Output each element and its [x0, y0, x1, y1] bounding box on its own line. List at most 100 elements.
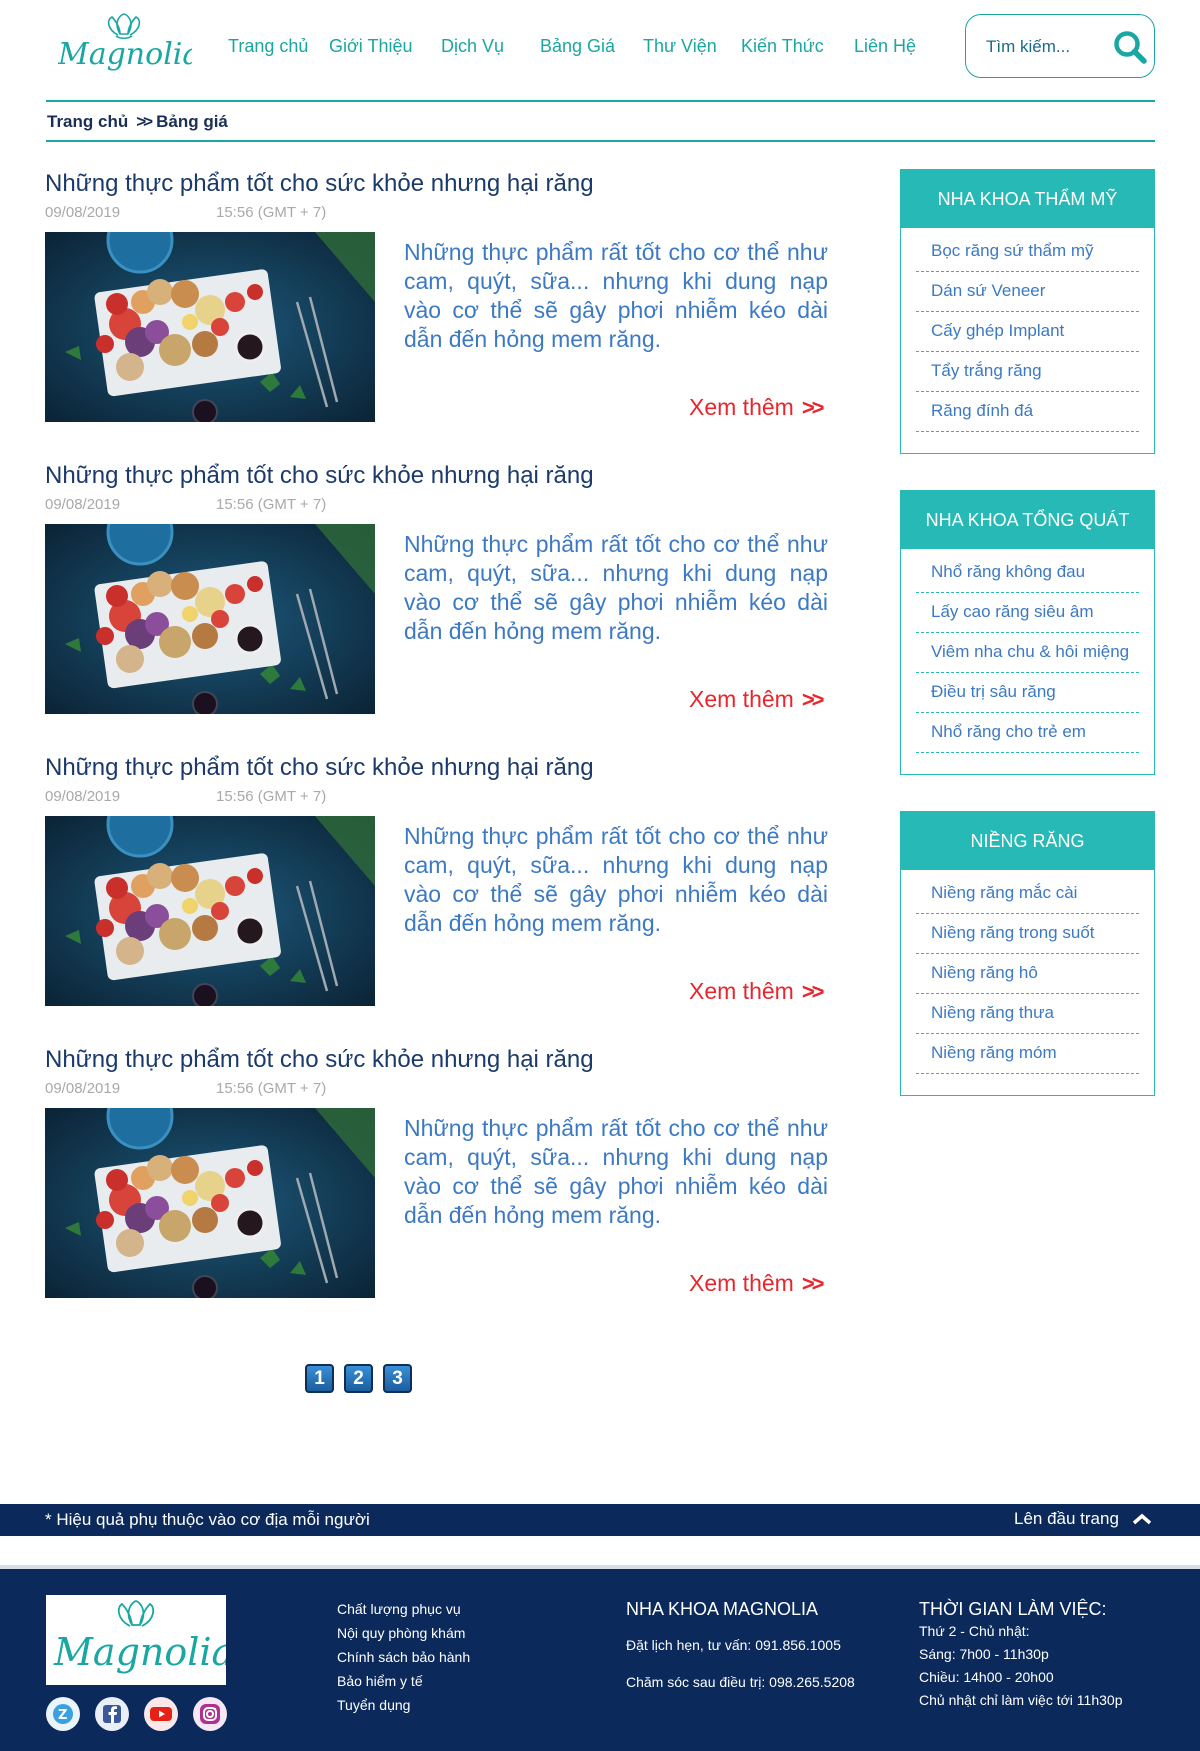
footer-link[interactable]: Chất lượng phục vụ — [337, 1597, 470, 1621]
youtube-icon[interactable] — [144, 1697, 178, 1731]
instagram-icon[interactable] — [193, 1697, 227, 1731]
article-time: 15:56 (GMT + 7) — [216, 1080, 327, 1097]
pagination: 1 2 3 — [305, 1364, 422, 1393]
sidebar-item[interactable]: Răng đính đá — [916, 392, 1139, 432]
double-chevron-right-icon: >> — [801, 1270, 825, 1296]
footer-logo-text: Magnolia — [53, 1630, 226, 1674]
double-chevron-right-icon: >> — [801, 978, 825, 1004]
site-header: Magnolia Trang chủ Giới Thiệu Dịch Vụ Bả… — [0, 0, 1200, 100]
article-date: 09/08/2019 — [45, 1080, 121, 1097]
footer-link[interactable]: Nội quy phòng khám — [337, 1621, 470, 1645]
read-more-link[interactable]: Xem thêm >> — [689, 978, 825, 1005]
footer-hours-sunday: Chủ nhật chỉ làm việc tới 11h30p — [919, 1692, 1123, 1708]
article-excerpt: Những thực phẩm rất tốt cho cơ thể như c… — [404, 823, 828, 936]
article-title[interactable]: Những thực phẩm tốt cho sức khỏe nhưng h… — [45, 754, 594, 782]
back-to-top-link[interactable]: Lên đầu trang — [1014, 1509, 1153, 1529]
footer-booking-phone[interactable]: Đặt lịch hẹn, tư vấn: 091.856.1005 — [626, 1634, 855, 1657]
sidebar-item[interactable]: Niềng răng hô — [916, 954, 1139, 994]
facebook-icon[interactable] — [95, 1697, 129, 1731]
nav-contact[interactable]: Liên Hệ — [854, 36, 916, 57]
article-image[interactable] — [45, 524, 375, 714]
double-chevron-right-icon: >> — [801, 686, 825, 712]
nav-services[interactable]: Dịch Vụ — [441, 36, 540, 57]
footer-link[interactable]: Bảo hiểm y tế — [337, 1669, 470, 1693]
article-card: Những thực phẩm tốt cho sức khỏe nhưng h… — [45, 1046, 835, 1338]
article-time: 15:56 (GMT + 7) — [216, 788, 327, 805]
article-excerpt: Những thực phẩm rất tốt cho cơ thể như c… — [404, 239, 828, 352]
breadcrumb-current: Bảng giá — [156, 112, 228, 131]
main-nav: Trang chủ Giới Thiệu Dịch Vụ Bảng Giá Th… — [228, 36, 916, 57]
footer-logo[interactable]: Magnolia — [46, 1595, 226, 1685]
search-icon[interactable] — [1112, 29, 1148, 65]
sidebar-item[interactable]: Niềng răng trong suốt — [916, 914, 1139, 954]
sidebar-item[interactable]: Niềng răng móm — [916, 1034, 1139, 1074]
article-image[interactable] — [45, 1108, 375, 1298]
sidebar-heading: NHA KHOA TỔNG QUÁT — [901, 491, 1154, 549]
double-chevron-right-icon: >> — [801, 394, 825, 420]
sidebar-item[interactable]: Niềng răng mắc cài — [916, 874, 1139, 914]
read-more-label: Xem thêm — [689, 686, 794, 712]
disclaimer-text: * Hiệu quả phụ thuộc vào cơ địa mỗi ngườ… — [45, 1510, 370, 1529]
nav-pricing[interactable]: Bảng Giá — [540, 36, 643, 57]
breadcrumb: Trang chủ >> Bảng giá — [47, 112, 228, 132]
article-date: 09/08/2019 — [45, 204, 121, 221]
sidebar-item[interactable]: Điều trị sâu răng — [916, 673, 1139, 713]
footer-hours-afternoon: Chiều: 14h00 - 20h00 — [919, 1669, 1054, 1685]
article-card: Những thực phẩm tốt cho sức khỏe nhưng h… — [45, 754, 835, 1046]
back-to-top-label: Lên đầu trang — [1014, 1509, 1119, 1528]
article-title[interactable]: Những thực phẩm tốt cho sức khỏe nhưng h… — [45, 462, 594, 490]
read-more-link[interactable]: Xem thêm >> — [689, 1270, 825, 1297]
article-excerpt: Những thực phẩm rất tốt cho cơ thể như c… — [404, 531, 828, 644]
breadcrumb-top-divider — [46, 100, 1155, 102]
footer-clinic-info: NHA KHOA MAGNOLIA Đặt lịch hẹn, tư vấn: … — [626, 1599, 855, 1694]
double-chevron-right-icon: >> — [136, 112, 153, 131]
sidebar-cosmetic-dentistry: NHA KHOA THẨM MỸ Bọc răng sứ thẩm mỹ Dán… — [900, 169, 1155, 454]
nav-home[interactable]: Trang chủ — [228, 36, 329, 57]
sidebar-orthodontics: NIỀNG RĂNG Niềng răng mắc cài Niềng răng… — [900, 811, 1155, 1096]
read-more-link[interactable]: Xem thêm >> — [689, 394, 825, 421]
footer-aftercare-phone[interactable]: Chăm sóc sau điều trị: 098.265.5208 — [626, 1671, 855, 1694]
breadcrumb-home[interactable]: Trang chủ — [47, 112, 128, 132]
search-input[interactable] — [986, 33, 1104, 61]
page-1-button[interactable]: 1 — [305, 1364, 334, 1393]
article-image[interactable] — [45, 232, 375, 422]
logo-text: Magnolia — [58, 37, 192, 72]
magnolia-logo[interactable]: Magnolia — [58, 12, 192, 78]
zalo-icon[interactable]: Z — [46, 1697, 80, 1731]
read-more-link[interactable]: Xem thêm >> — [689, 686, 825, 713]
sidebar-item[interactable]: Nhổ răng cho trẻ em — [916, 713, 1139, 753]
sidebar-item[interactable]: Niềng răng thưa — [916, 994, 1139, 1034]
article-card: Những thực phẩm tốt cho sức khỏe nhưng h… — [45, 462, 835, 754]
sidebar-item[interactable]: Nhổ răng không đau — [916, 553, 1139, 593]
disclaimer-band: * Hiệu quả phụ thuộc vào cơ địa mỗi ngườ… — [0, 1504, 1200, 1536]
sidebar-item[interactable]: Lấy cao răng siêu âm — [916, 593, 1139, 633]
footer-link[interactable]: Tuyển dụng — [337, 1693, 470, 1717]
footer-link[interactable]: Chính sách bảo hành — [337, 1645, 470, 1669]
footer-hours-days: Thứ 2 - Chủ nhật: — [919, 1623, 1030, 1639]
footer-working-hours: THỜI GIAN LÀM VIỆC: Thứ 2 - Chủ nhật: Sá… — [919, 1599, 1122, 1712]
article-image[interactable] — [45, 816, 375, 1006]
sidebar-item[interactable]: Viêm nha chu & hôi miệng — [916, 633, 1139, 673]
nav-library[interactable]: Thư Viện — [643, 36, 741, 57]
sidebar-item[interactable]: Dán sứ Veneer — [916, 272, 1139, 312]
article-title[interactable]: Những thực phẩm tốt cho sức khỏe nhưng h… — [45, 1046, 594, 1074]
footer-clinic-title: NHA KHOA MAGNOLIA — [626, 1599, 819, 1619]
sidebar-item[interactable]: Cấy ghép Implant — [916, 312, 1139, 352]
article-excerpt: Những thực phẩm rất tốt cho cơ thể như c… — [404, 1115, 828, 1228]
svg-text:Z: Z — [58, 1708, 67, 1723]
search-box — [965, 14, 1155, 78]
read-more-label: Xem thêm — [689, 1270, 794, 1296]
nav-knowledge[interactable]: Kiến Thức — [741, 36, 854, 57]
nav-about[interactable]: Giới Thiệu — [329, 36, 441, 57]
page-2-button[interactable]: 2 — [344, 1364, 373, 1393]
article-title[interactable]: Những thực phẩm tốt cho sức khỏe nhưng h… — [45, 170, 594, 198]
sidebar-item[interactable]: Tẩy trắng răng — [916, 352, 1139, 392]
read-more-label: Xem thêm — [689, 978, 794, 1004]
read-more-label: Xem thêm — [689, 394, 794, 420]
site-footer: Magnolia Z Chất lượng phục vụ Nội quy ph… — [0, 1565, 1200, 1751]
sidebar-item[interactable]: Bọc răng sứ thẩm mỹ — [916, 232, 1139, 272]
page-3-button[interactable]: 3 — [383, 1364, 412, 1393]
article-time: 15:56 (GMT + 7) — [216, 204, 327, 221]
sidebar-heading: NIỀNG RĂNG — [901, 812, 1154, 870]
footer-links: Chất lượng phục vụ Nội quy phòng khám Ch… — [337, 1597, 470, 1717]
